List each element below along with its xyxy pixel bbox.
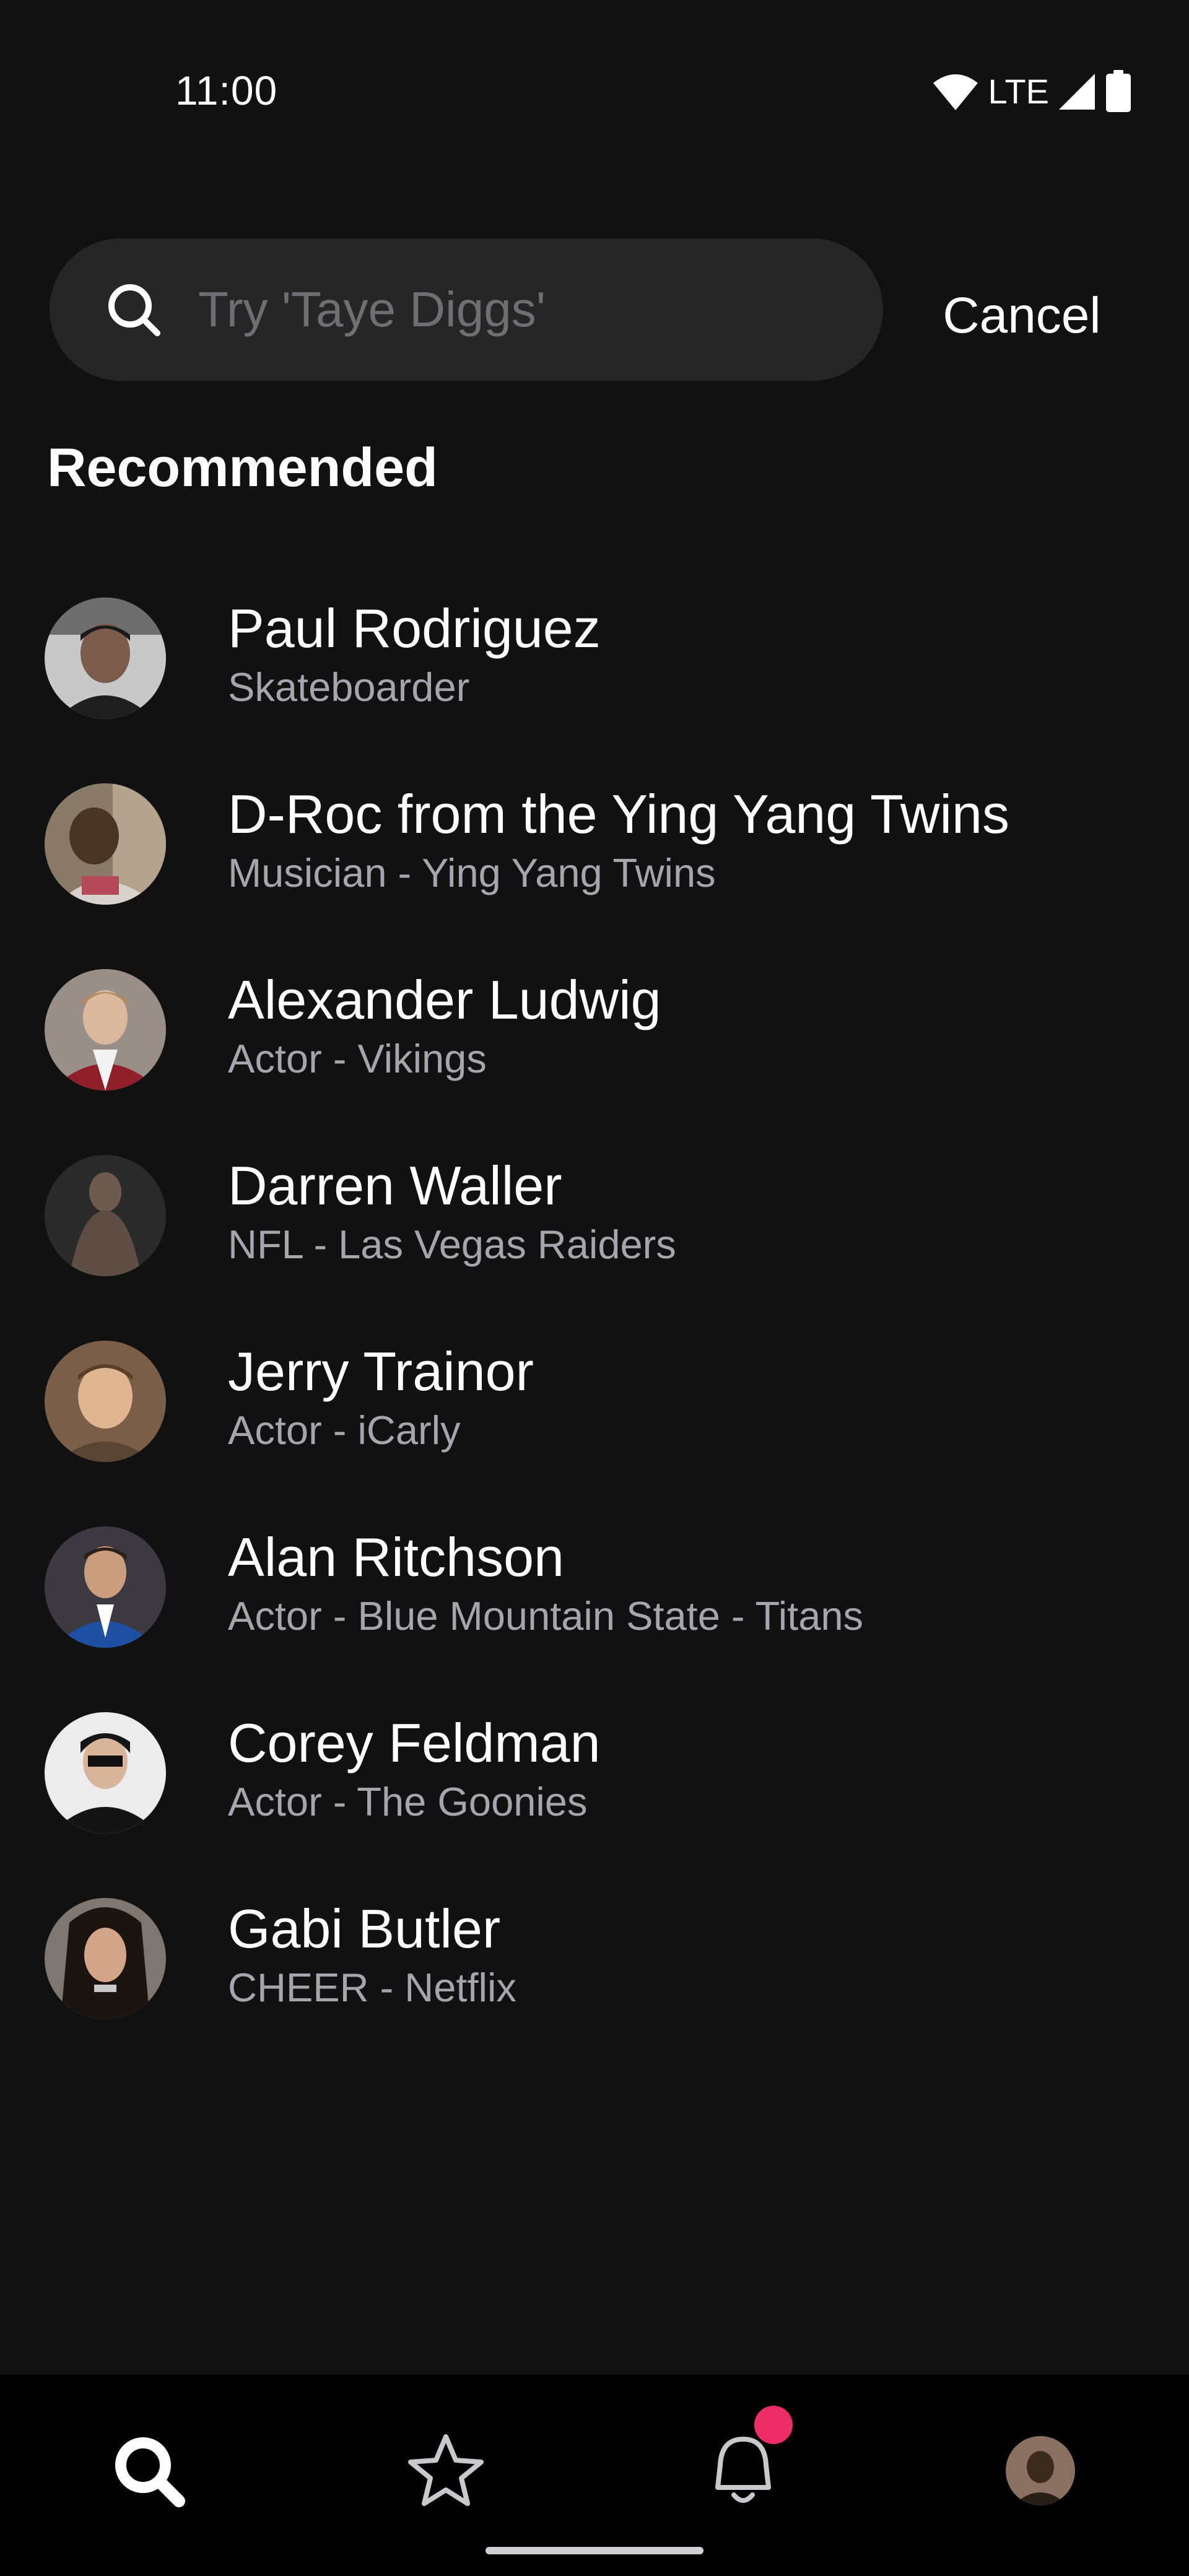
avatar [45, 1341, 166, 1462]
person-name: Jerry Trainor [228, 1341, 534, 1402]
person-name: Paul Rodriguez [228, 598, 601, 659]
person-name: Darren Waller [228, 1155, 562, 1216]
person-subtitle: Actor - The Goonies [228, 1779, 588, 1824]
star-icon [408, 2434, 484, 2506]
person-name: Alexander Ludwig [228, 969, 661, 1030]
person-name: D-Roc from the Ying Yang Twins [228, 783, 1009, 845]
avatar [45, 1712, 166, 1834]
person-subtitle: Actor - Vikings [228, 1036, 487, 1081]
person-subtitle: Actor - iCarly [228, 1408, 461, 1453]
list-item[interactable]: Paul Rodriguez Skateboarder [0, 585, 1189, 771]
avatar [45, 598, 166, 719]
battery-icon [1106, 70, 1131, 112]
profile-avatar [1006, 2436, 1075, 2505]
list-item[interactable]: Darren Waller NFL - Las Vegas Raiders [0, 1142, 1189, 1328]
status-time: 11:00 [175, 67, 278, 113]
person-subtitle: NFL - Las Vegas Raiders [228, 1222, 676, 1267]
avatar [45, 969, 166, 1090]
person-name: Corey Feldman [228, 1712, 601, 1773]
list-item[interactable]: Alexander Ludwig Actor - Vikings [0, 957, 1189, 1142]
search-input[interactable] [198, 269, 855, 350]
person-subtitle: Skateboarder [228, 664, 470, 710]
avatar [45, 1526, 166, 1648]
home-indicator[interactable] [486, 2547, 703, 2554]
wifi-icon [933, 74, 978, 110]
list-item[interactable]: Gabi Butler CHEER - Netflix [0, 1886, 1189, 2071]
nav-profile[interactable] [985, 2415, 1096, 2526]
nav-favorites[interactable] [390, 2415, 502, 2526]
search-bar[interactable] [50, 238, 883, 381]
person-name: Gabi Butler [228, 1898, 501, 1959]
search-icon [108, 284, 160, 336]
avatar [45, 1155, 166, 1276]
nav-search[interactable] [93, 2415, 204, 2526]
person-subtitle: Actor - Blue Mountain State - Titans [228, 1593, 864, 1638]
section-heading-recommended: Recommended [47, 437, 438, 498]
person-subtitle: Musician - Ying Yang Twins [228, 850, 716, 895]
list-item[interactable]: Jerry Trainor Actor - iCarly [0, 1328, 1189, 1514]
list-item[interactable]: Alan Ritchson Actor - Blue Mountain Stat… [0, 1514, 1189, 1700]
person-name: Alan Ritchson [228, 1526, 564, 1588]
list-item[interactable]: D-Roc from the Ying Yang Twins Musician … [0, 771, 1189, 957]
recommended-list: Paul Rodriguez Skateboarder D-Roc from t… [0, 585, 1189, 2071]
status-bar: 11:00 LTE [0, 0, 1189, 161]
network-type: LTE [988, 72, 1049, 111]
list-item[interactable]: Corey Feldman Actor - The Goonies [0, 1700, 1189, 1886]
person-subtitle: CHEER - Netflix [228, 1965, 516, 2010]
status-icons: LTE [932, 67, 1132, 116]
avatar [45, 1898, 166, 2019]
cell-signal-icon [1059, 74, 1095, 110]
avatar [45, 783, 166, 905]
notification-badge [754, 2406, 793, 2444]
bottom-nav [0, 2375, 1189, 2576]
cancel-button[interactable]: Cancel [917, 276, 1127, 356]
search-icon [115, 2437, 185, 2507]
app-screen: 11:00 LTE Cancel Recommended [0, 0, 1189, 2576]
